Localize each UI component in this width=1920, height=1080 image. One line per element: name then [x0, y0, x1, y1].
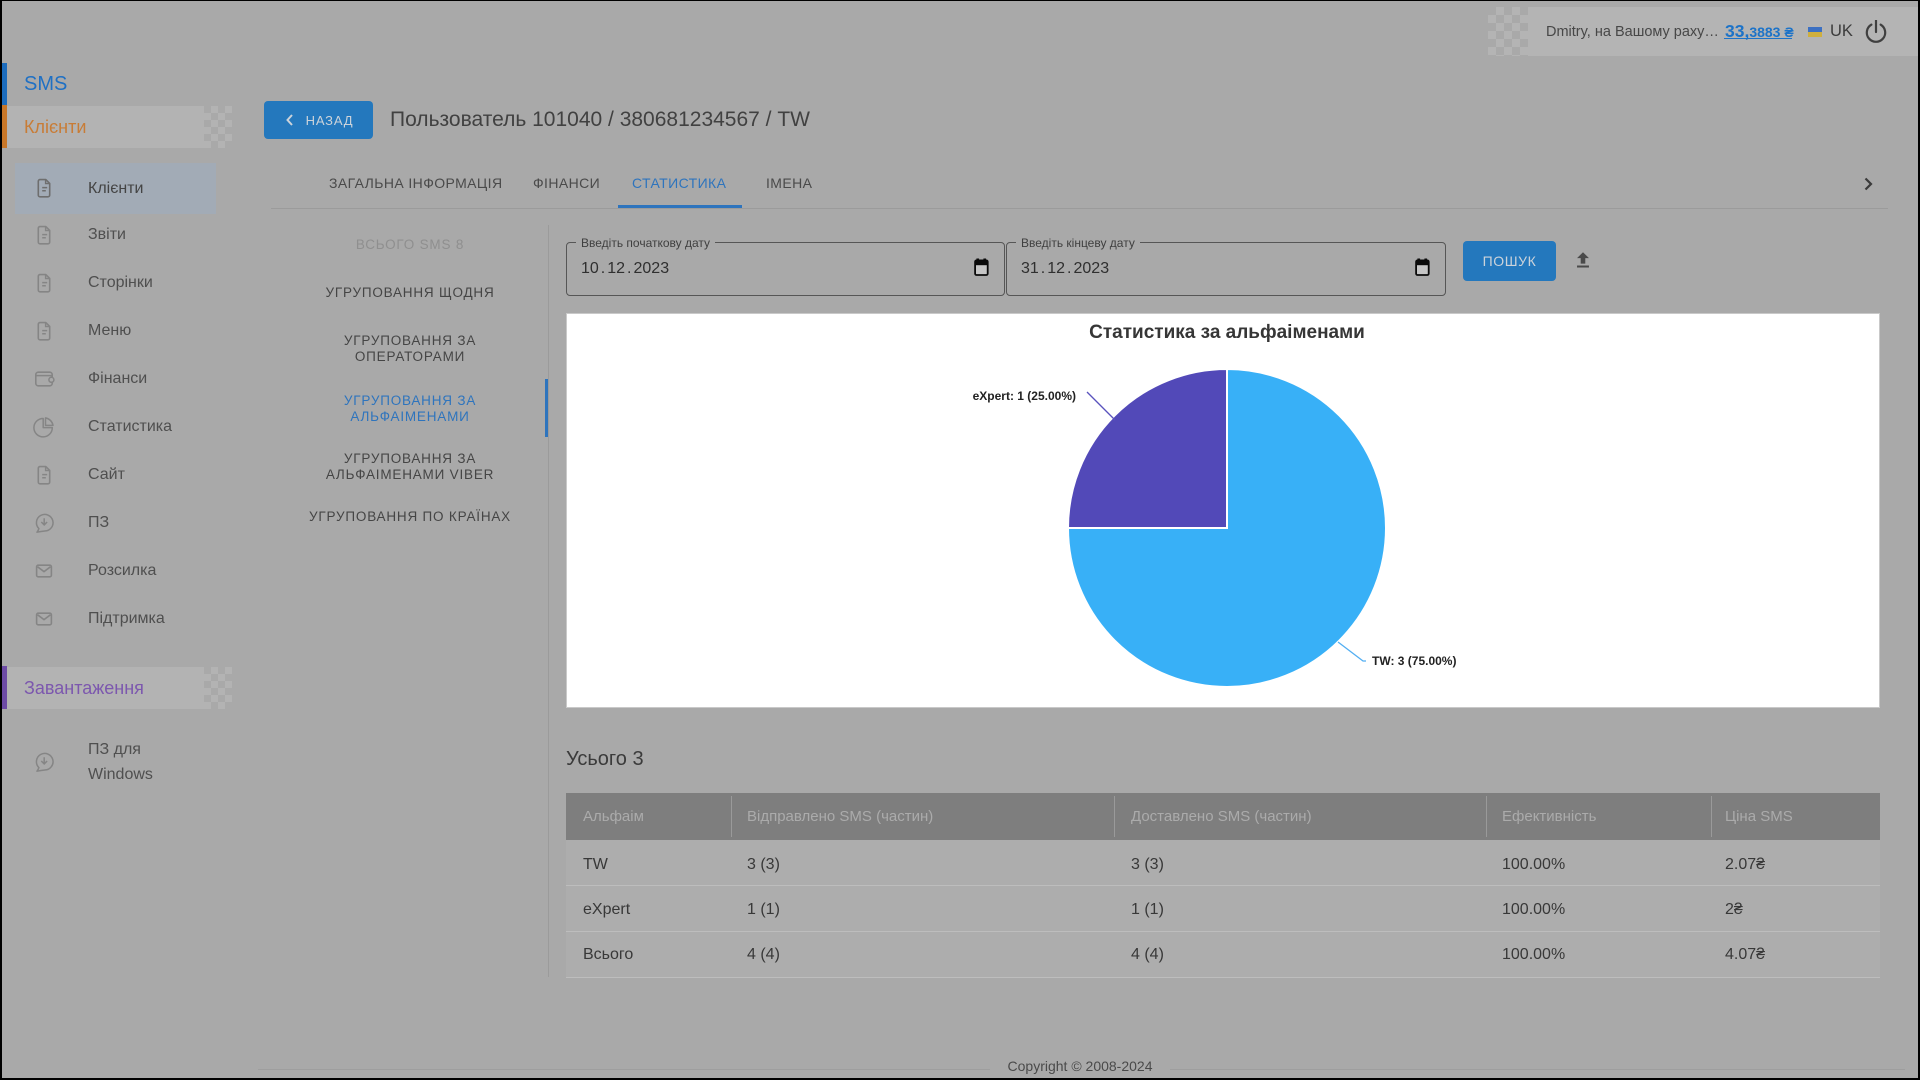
svg-text:Статистика за альфаіменами: Статистика за альфаіменами: [1089, 322, 1365, 343]
svg-text:TW: 3 (75.00%): TW: 3 (75.00%): [1372, 654, 1456, 668]
svg-text:eXpert: 1 (25.00%): eXpert: 1 (25.00%): [973, 389, 1076, 403]
